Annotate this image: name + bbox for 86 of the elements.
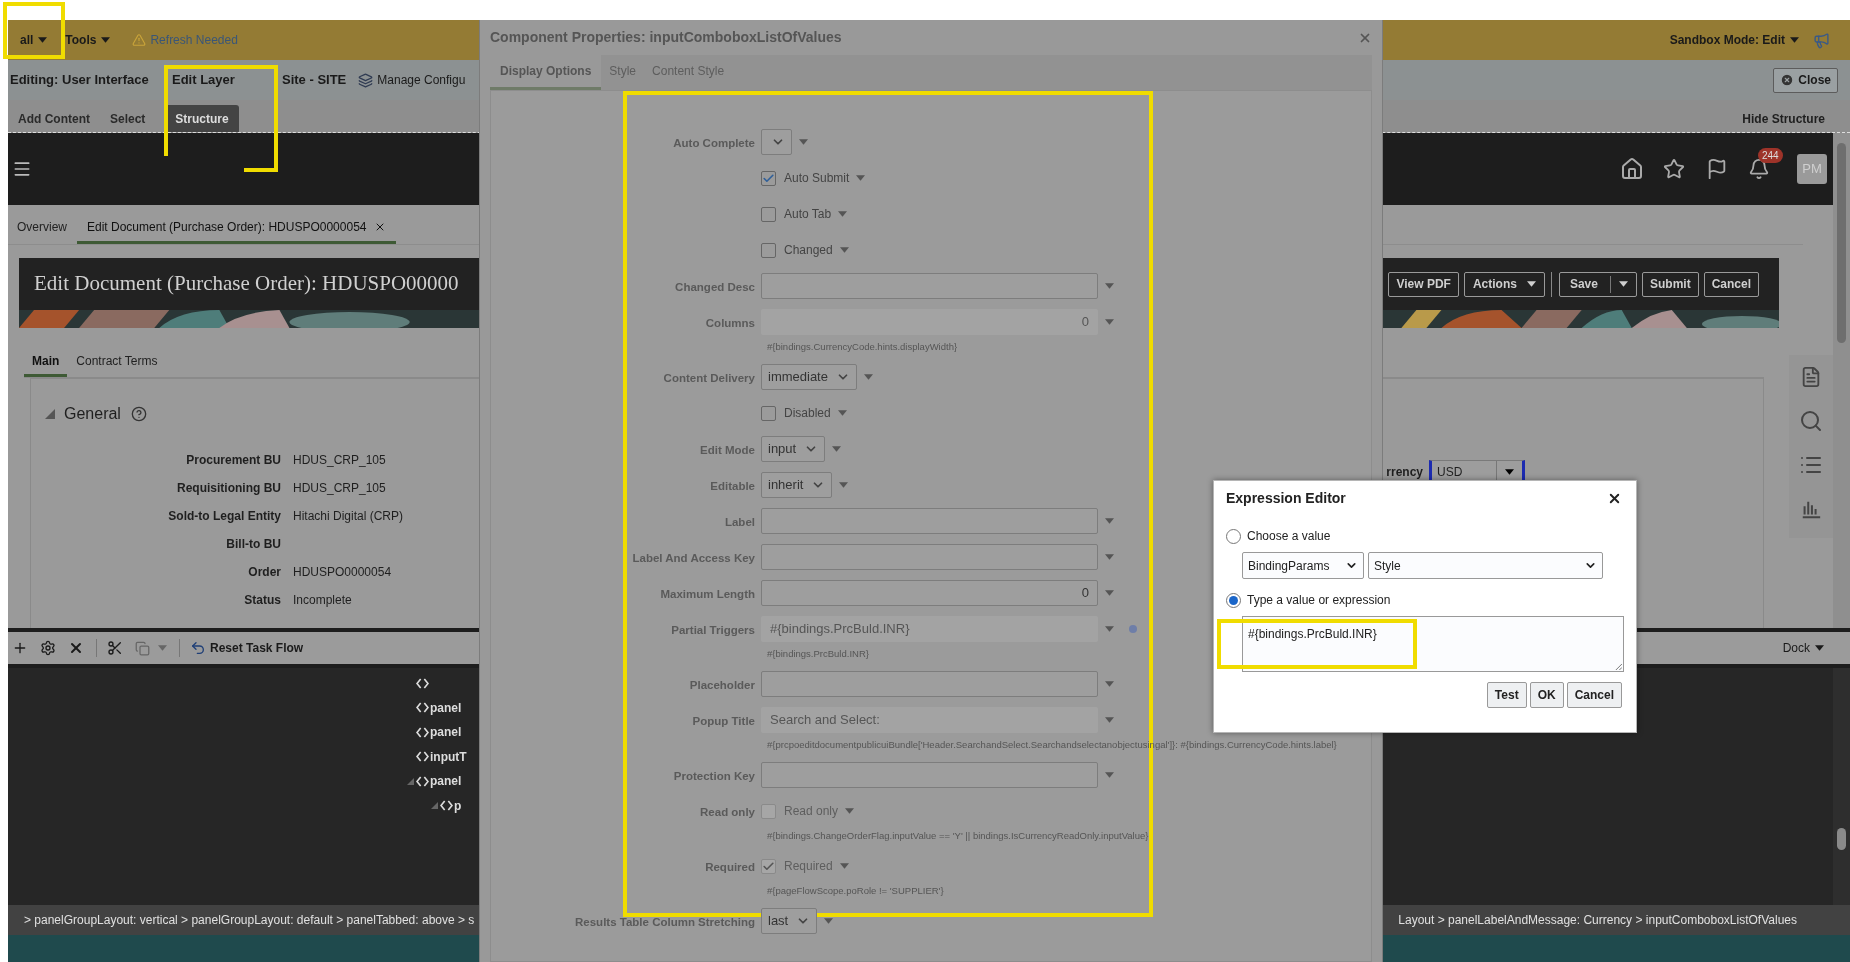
toolbar-button[interactable]: Submit [1641,271,1699,297]
select-field[interactable]: inherit [761,472,833,498]
field-label: Order [247,564,281,581]
toolbar-button[interactable]: Cancel [1703,271,1759,297]
field-label: Status [243,592,281,609]
checkbox-label: Auto Submit [784,170,850,187]
expression-textarea[interactable]: #{bindings.PrcBuld.INR} [1242,616,1624,672]
page-title: Edit Document (Purchase Order): HDUSPO00000 [34,270,459,298]
select-field[interactable]: input [761,436,826,462]
property-label: Protection Key [673,770,755,782]
menu-button[interactable]: all [20,31,48,49]
field-label: Sold-to Legal Entity [167,508,281,525]
checkbox-label: Auto Tab [784,206,832,223]
expression-hint: #{pageFlowScope.poRole != 'SUPPLIER'} [767,884,944,898]
property-label: Editable [710,480,755,492]
expression-hint: #{bindings.CurrencyCode.hints.displayWidth} [767,340,958,354]
property-label: Partial Triggers [671,624,755,636]
checkbox-label: Disabled [784,405,831,422]
property-label: Edit Mode [700,444,755,456]
field-label: rrency [1386,464,1423,481]
field-value: HDUSPO0000054 [293,564,392,581]
property-label: Label [724,516,755,528]
field-label: Bill-to BU [225,536,281,553]
close-button[interactable]: Close [1773,67,1838,93]
composer-tab[interactable]: Select [110,105,146,132]
section-title: General [64,404,121,424]
property-label: Changed Desc [675,281,755,293]
toolbar-button[interactable]: View PDF [1388,271,1459,297]
property-label: Auto Complete [673,137,755,149]
field-label: Requisitioning BU [176,480,281,497]
property-label: Required [705,861,755,873]
radio-label: Type a value or expression [1247,592,1391,609]
select-field[interactable]: last [761,908,818,934]
checkbox-label: Read only [784,803,839,820]
property-label: Results Table Column Stretching [575,916,755,928]
edit-layer-label: Edit Layer [172,71,236,90]
document-tab[interactable]: Main [24,348,68,377]
dock-menu[interactable]: Dock [1782,639,1824,657]
dialog-button[interactable]: Test [1486,682,1527,708]
field-label: Procurement BU [185,452,281,469]
dialog-button[interactable]: OK [1529,682,1564,708]
select-field[interactable]: immediate [761,364,857,390]
property-label: Maximum Length [660,588,755,600]
composer-tab[interactable]: Structure [165,105,239,132]
dialog-title: Component Properties: inputComboboxListOfValues [490,28,842,47]
property-label: Read only [700,806,755,818]
split-button[interactable]: Save [1558,271,1637,297]
breadcrumb-path: > panelGroupLayout: vertical > panelGroupLayout: default > panelTabbed: above > s [24,912,475,929]
expression-hint: #{bindings.ChangeOrderFlag.inputValue == 'Y' || bindings.IsCurrencyReadOnly.inputValue} [767,829,1149,843]
site-label: Site - SITE [282,71,347,90]
property-label: Columns [705,317,755,329]
number-field[interactable]: 0 [761,580,1098,606]
tree-item[interactable]: panel [430,698,462,717]
actions-menu-button[interactable]: Actions [1463,271,1545,297]
tree-item[interactable]: p [454,796,462,815]
field-value: Incomplete [293,592,352,609]
document-tab[interactable]: Contract Terms [67,348,167,377]
notification-badge: 244 [1758,148,1783,163]
reset-task-flow-button[interactable]: Reset Task Flow [210,639,304,657]
select-field[interactable]: Style [1368,552,1603,579]
sandbox-mode-menu[interactable]: Sandbox Mode: Edit [1669,31,1799,49]
radio-label: Choose a value [1247,528,1331,545]
composer-tab[interactable]: Add Content [18,105,90,132]
checkbox-label: Required [784,858,833,875]
property-label: Placeholder [689,679,755,691]
field-value: HDUS_CRP_105 [293,480,386,497]
field-value: Hitachi Digital (CRP) [293,508,404,525]
page-tab[interactable]: Edit Document (Purchase Order): HDUSPO0000054 [77,213,397,244]
editing-title: Editing: User Interface [9,71,150,90]
dialog-button[interactable]: Cancel [1566,682,1622,708]
hide-structure-button[interactable]: Hide Structure [1742,105,1825,132]
tree-item[interactable]: panel [430,723,462,742]
dialog-title: Expression Editor [1226,488,1346,508]
checkbox-label: Changed [784,242,833,259]
menu-button[interactable]: Tools [65,31,111,49]
property-label: Popup Title [692,715,755,727]
breadcrumb-path: Layout > panelLabelAndMessage: Currency > inputComboboxListOfValues [1398,912,1797,929]
field-value: HDUS_CRP_105 [293,452,386,469]
tree-item[interactable]: panel [430,772,462,791]
expression-hint: #{bindings.PrcBuld.INR} [767,647,869,661]
property-label: Content Delivery [663,372,755,384]
property-label: Label And Access Key [632,552,755,564]
select-field[interactable]: BindingParams [1242,552,1364,579]
tree-item[interactable]: inputT [430,747,467,766]
manage-configuration-link[interactable]: Manage Configu [377,71,466,89]
page-tab[interactable]: Overview [15,213,69,244]
